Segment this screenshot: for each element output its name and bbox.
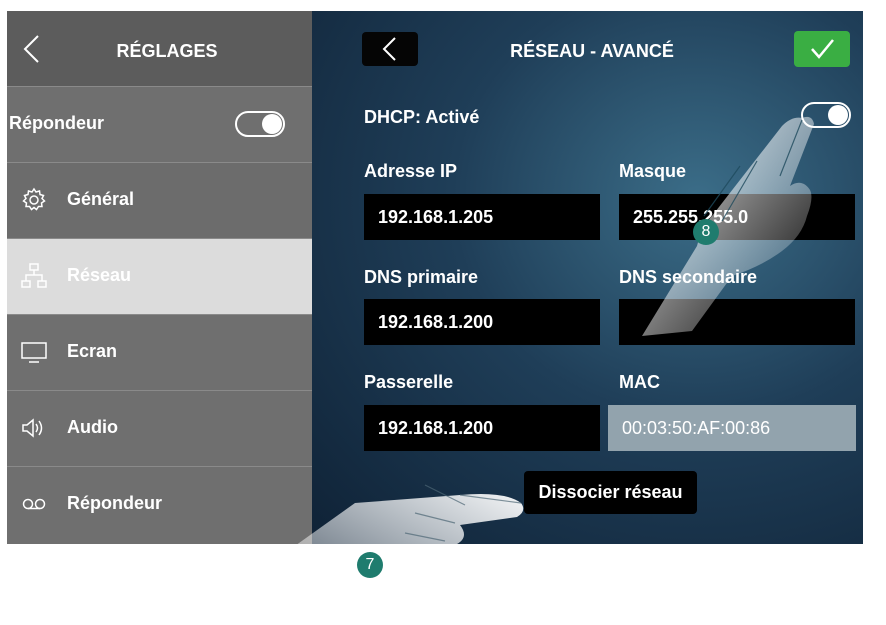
dns1-label: DNS primaire	[364, 267, 479, 287]
sidebar-header: RÉGLAGES	[7, 11, 312, 86]
gear-icon	[22, 187, 46, 211]
sidebar-item-screen[interactable]: Ecran	[7, 314, 312, 390]
confirm-button[interactable]	[794, 31, 850, 67]
pointing-hand-icon	[642, 116, 814, 336]
callout-badge-8: 8	[693, 219, 719, 245]
sidebar-title: RÉGLAGES	[116, 41, 218, 61]
mac-field: 00:03:50:AF:00:86	[608, 405, 856, 451]
sidebar-item-label: Audio	[67, 417, 118, 437]
ip-field[interactable]: 192.168.1.205	[364, 194, 600, 240]
network-icon	[21, 263, 47, 288]
sidebar-item-label: Réseau	[67, 265, 132, 285]
sidebar-item-audio[interactable]: Audio	[7, 390, 312, 466]
network-advanced-panel: RÉSEAU - AVANCÉ DHCP: Activé Adresse IP …	[312, 11, 863, 544]
sidebar-item-answering[interactable]: Répondeur	[7, 466, 312, 542]
dissociate-network-button[interactable]: Dissocier réseau	[524, 471, 697, 514]
pointing-hand-icon	[285, 484, 524, 623]
answering-toggle-label: Répondeur	[9, 113, 105, 133]
ip-label: Adresse IP	[364, 161, 458, 181]
check-icon	[811, 39, 834, 59]
monitor-icon	[21, 342, 47, 363]
dhcp-label: DHCP: Activé	[364, 107, 480, 127]
sidebar-item-general[interactable]: Général	[7, 162, 312, 238]
callout-badge-7: 7	[357, 552, 383, 578]
gateway-field[interactable]: 192.168.1.200	[364, 405, 600, 451]
sidebar-item-answering-toggle: Répondeur	[7, 86, 312, 162]
chevron-left-icon	[382, 37, 396, 61]
dns1-field[interactable]: 192.168.1.200	[364, 299, 600, 345]
device-screen: RÉGLAGES Répondeur Général Réseau Ecran …	[7, 11, 863, 544]
sidebar-item-network[interactable]: Réseau	[7, 238, 312, 314]
gateway-label: Passerelle	[364, 372, 454, 392]
sidebar-item-label: Répondeur	[67, 493, 163, 513]
voicemail-icon	[22, 498, 46, 510]
sidebar-item-label: Général	[67, 189, 135, 209]
settings-sidebar: RÉGLAGES Répondeur Général Réseau Ecran …	[7, 11, 312, 544]
back-chevron-icon[interactable]	[20, 34, 46, 64]
back-button[interactable]	[362, 32, 418, 66]
page-title: RÉSEAU - AVANCÉ	[510, 41, 674, 61]
speaker-icon	[22, 418, 43, 438]
sidebar-item-label: Ecran	[67, 341, 118, 361]
mac-label: MAC	[619, 372, 660, 392]
answering-toggle[interactable]	[235, 111, 285, 137]
